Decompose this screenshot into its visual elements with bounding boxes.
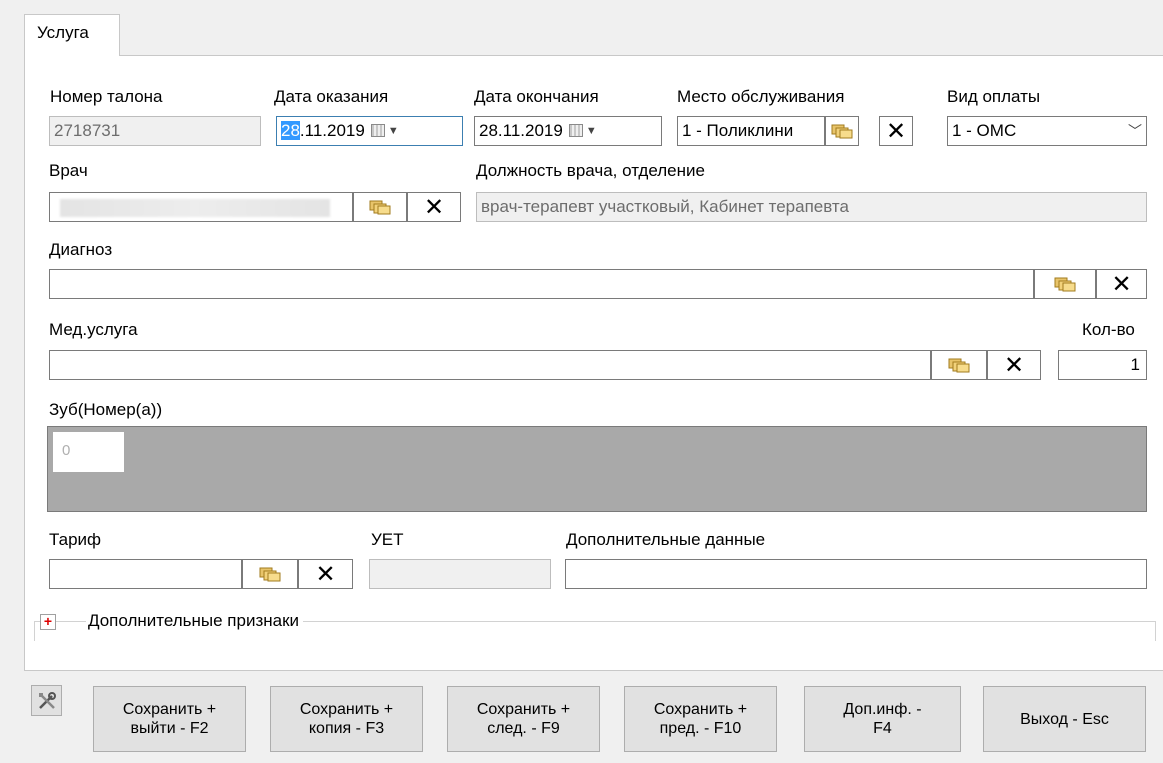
calendar-icon[interactable]	[370, 124, 385, 137]
tools-button[interactable]	[31, 685, 62, 716]
place-label: Место обслуживания	[677, 87, 845, 106]
tools-icon	[38, 691, 56, 709]
place-clear-button[interactable]: ✕	[879, 116, 913, 146]
payment-label: Вид оплаты	[947, 87, 1041, 106]
date-end-label: Дата окончания	[474, 87, 599, 106]
date-rendered-rest: .11.2019	[299, 121, 365, 140]
med-service-field[interactable]	[49, 350, 931, 380]
diagnosis-label: Диагноз	[49, 240, 113, 259]
caret-down-icon[interactable]: ▼	[388, 117, 399, 145]
tariff-field[interactable]	[49, 559, 242, 589]
extra-attributes-label[interactable]: Дополнительные признаки	[86, 611, 304, 631]
doctor-position-field: врач-терапевт участковый, Кабинет терапе…	[476, 192, 1147, 222]
tooth-label: Зуб(Номер(а))	[49, 400, 163, 419]
save-exit-button[interactable]: Сохранить + выйти - F2	[93, 686, 246, 752]
date-rendered-picker[interactable]: 28.11.2019 ▼	[276, 116, 463, 146]
folders-icon	[948, 358, 970, 373]
quantity-input[interactable]: 1	[1058, 350, 1147, 380]
extra-data-field[interactable]	[565, 559, 1147, 589]
date-day-selection: 28	[281, 121, 300, 140]
doctor-label: Врач	[49, 161, 88, 180]
calendar-icon[interactable]	[568, 124, 583, 137]
tooth-numbers-area[interactable]	[47, 426, 1147, 512]
folders-icon	[1054, 277, 1076, 292]
tariff-lookup-button[interactable]	[242, 559, 298, 589]
close-icon: ✕	[1111, 270, 1132, 298]
diagnosis-field[interactable]	[49, 269, 1034, 299]
doctor-lookup-button[interactable]	[353, 192, 407, 222]
save-copy-button[interactable]: Сохранить + копия - F3	[270, 686, 423, 752]
med-service-lookup-button[interactable]	[931, 350, 987, 380]
doctor-clear-button[interactable]: ✕	[407, 192, 461, 222]
date-end-value: 28.11.2019	[479, 121, 563, 140]
med-service-clear-button[interactable]: ✕	[987, 350, 1041, 380]
chevron-down-icon: ﹀	[1128, 123, 1142, 139]
doctor-position-label: Должность врача, отделение	[476, 161, 705, 180]
uet-field	[369, 559, 551, 589]
quantity-label: Кол-во	[1082, 320, 1135, 339]
payment-select[interactable]: 1 - ОМС ﹀	[947, 116, 1147, 146]
folders-icon	[259, 567, 281, 582]
close-icon: ✕	[885, 117, 907, 145]
ticket-number-field: 2718731	[49, 116, 261, 146]
folders-icon	[369, 200, 391, 215]
extra-info-button[interactable]: Доп.инф. - F4	[804, 686, 961, 752]
folders-icon	[831, 124, 853, 139]
close-icon: ✕	[423, 193, 445, 221]
diagnosis-clear-button[interactable]: ✕	[1096, 269, 1147, 299]
doctor-field[interactable]	[49, 192, 353, 222]
redacted-doctor-name	[60, 199, 330, 217]
extra-data-label: Дополнительные данные	[566, 530, 766, 549]
place-field[interactable]: 1 - Поликлини	[677, 116, 825, 146]
caret-down-icon[interactable]: ▼	[586, 117, 597, 145]
tariff-label: Тариф	[49, 530, 102, 549]
date-end-picker[interactable]: 28.11.2019 ▼	[474, 116, 662, 146]
close-icon: ✕	[315, 560, 336, 588]
diagnosis-lookup-button[interactable]	[1034, 269, 1096, 299]
date-rendered-label: Дата оказания	[274, 87, 389, 106]
ticket-number-label: Номер талона	[50, 87, 163, 106]
close-icon: ✕	[1003, 351, 1025, 379]
tab-usluga[interactable]: Услуга	[24, 14, 120, 56]
place-lookup-button[interactable]	[825, 116, 859, 146]
exit-button[interactable]: Выход - Esc	[983, 686, 1146, 752]
save-prev-button[interactable]: Сохранить + пред. - F10	[624, 686, 777, 752]
expand-plus-icon[interactable]: +	[40, 614, 56, 630]
tooth-cell[interactable]: 0	[53, 432, 124, 472]
save-next-button[interactable]: Сохранить + след. - F9	[447, 686, 600, 752]
tariff-clear-button[interactable]: ✕	[298, 559, 353, 589]
uet-label: УЕТ	[371, 530, 404, 549]
payment-value: 1 - ОМС	[952, 121, 1017, 140]
med-service-label: Мед.услуга	[49, 320, 138, 339]
